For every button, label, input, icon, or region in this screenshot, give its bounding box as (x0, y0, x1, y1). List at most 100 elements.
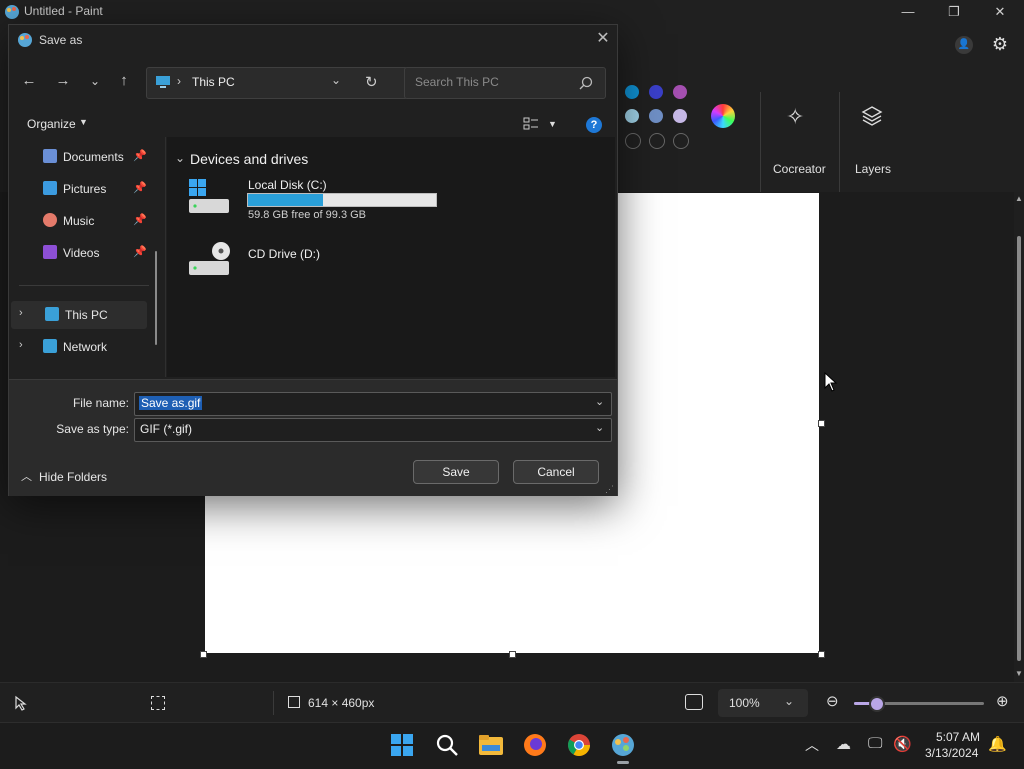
nav-item-label: This PC (65, 308, 108, 322)
resize-handle[interactable] (818, 651, 825, 658)
address-bar[interactable]: › This PC ⌄ ↻ (146, 67, 408, 99)
show-hidden-icons-chevron-up-icon[interactable]: ︿ (805, 735, 819, 755)
nav-item-music[interactable]: Music 📌 (9, 207, 149, 235)
account-icon[interactable]: 👤 (955, 36, 973, 54)
resize-handle[interactable] (818, 420, 825, 427)
zoom-out-icon[interactable]: ⊖ (826, 692, 839, 710)
search-box[interactable] (404, 67, 606, 99)
view-options-chevron-down-icon[interactable]: ▼ (548, 119, 557, 129)
back-arrow-icon[interactable]: ← (17, 69, 41, 93)
pin-icon: 📌 (133, 182, 147, 194)
empty-color-swatch[interactable] (673, 133, 689, 149)
file-name-label: File name: (72, 396, 129, 410)
layers-icon[interactable] (860, 104, 884, 128)
section-header[interactable]: Devices and drives (190, 151, 308, 167)
scroll-up-icon[interactable]: ▲ (1015, 194, 1023, 203)
drive-usage-fill (248, 194, 323, 206)
dialog-close-icon[interactable]: ✕ (591, 27, 615, 51)
change-view-icon[interactable] (523, 116, 539, 132)
save-as-type-select[interactable]: GIF (*.gif) ⌄ (134, 418, 612, 442)
zoom-dropdown[interactable]: 100% ⌄ (718, 689, 808, 717)
drive-item-local-disk[interactable]: Local Disk (C:) 59.8 GB free of 99.3 GB (187, 177, 617, 221)
drive-usage-bar (247, 193, 437, 207)
scrollbar-thumb[interactable] (1017, 236, 1021, 661)
zoom-value: 100% (729, 696, 760, 710)
save-button[interactable]: Save (413, 460, 499, 484)
pin-icon: 📌 (133, 214, 147, 226)
network-icon[interactable]: 🖵 (868, 735, 882, 752)
maximize-button[interactable]: ❐ (931, 0, 977, 24)
recent-locations-chevron-down-icon[interactable]: ⌄ (83, 69, 107, 93)
address-history-chevron-down-icon[interactable]: ⌄ (331, 73, 341, 87)
empty-color-swatch[interactable] (625, 133, 641, 149)
start-windows-icon[interactable] (390, 733, 414, 757)
resize-handle[interactable] (200, 651, 207, 658)
file-name-field[interactable]: Save as.gif ⌄ (134, 392, 612, 416)
nav-item-videos[interactable]: Videos 📌 (9, 239, 149, 267)
vertical-scrollbar[interactable]: ▲ ▼ (1014, 192, 1024, 682)
nav-scrollbar-thumb[interactable] (155, 251, 157, 345)
search-icon[interactable] (579, 76, 593, 90)
canvas-size-text: 614 × 460px (308, 696, 375, 710)
scroll-down-icon[interactable]: ▼ (1015, 669, 1023, 678)
clock-date[interactable]: 3/13/2024 (925, 746, 978, 760)
color-swatch[interactable] (673, 85, 687, 99)
refresh-icon[interactable]: ↻ (365, 73, 378, 91)
nav-item-documents[interactable]: Documents 📌 (9, 143, 149, 171)
help-icon[interactable]: ? (586, 117, 602, 133)
nav-item-network[interactable]: › Network (9, 333, 149, 361)
layers-label[interactable]: Layers (855, 162, 891, 176)
minimize-button[interactable]: — (885, 0, 931, 24)
save-as-type-chevron-down-icon[interactable]: ⌄ (595, 421, 604, 434)
expand-chevron-right-icon[interactable]: › (19, 339, 23, 351)
paint-taskbar-icon[interactable] (610, 732, 636, 758)
nav-item-this-pc[interactable]: › This PC (11, 301, 147, 329)
chrome-icon[interactable] (566, 732, 592, 758)
this-pc-monitor-icon (156, 76, 170, 88)
nav-item-pictures[interactable]: Pictures 📌 (9, 175, 149, 203)
color-swatch[interactable] (625, 109, 639, 123)
color-picker-wheel-icon[interactable] (711, 104, 735, 128)
notifications-bell-icon[interactable]: 🔔 (988, 735, 1007, 753)
organize-button[interactable]: Organize (27, 117, 76, 131)
dialog-title: Save as (39, 33, 83, 47)
forward-arrow-icon[interactable]: → (51, 69, 75, 93)
address-location[interactable]: This PC (192, 75, 235, 89)
file-name-chevron-down-icon[interactable]: ⌄ (595, 395, 604, 408)
pin-icon: 📌 (133, 246, 147, 258)
documents-icon (43, 149, 57, 163)
color-swatch[interactable] (649, 109, 663, 123)
search-icon[interactable] (435, 733, 459, 757)
color-swatch[interactable] (673, 109, 687, 123)
hide-folders-label: Hide Folders (39, 470, 108, 484)
cocreator-sparkle-icon[interactable]: ✧ (786, 104, 804, 130)
up-arrow-icon[interactable]: ↑ (112, 69, 136, 93)
hide-folders-button[interactable]: ︿ Hide Folders (19, 468, 129, 488)
cocreator-label[interactable]: Cocreator (773, 162, 826, 176)
zoom-in-icon[interactable]: ⊕ (996, 692, 1009, 710)
close-button[interactable]: ✕ (977, 0, 1023, 24)
firefox-icon[interactable] (522, 732, 548, 758)
search-input[interactable] (413, 74, 577, 90)
color-swatch[interactable] (649, 85, 663, 99)
window-title: Untitled - Paint (24, 4, 103, 18)
expand-chevron-right-icon[interactable]: › (19, 307, 23, 319)
clock-time[interactable]: 5:07 AM (936, 730, 980, 744)
settings-gear-icon[interactable]: ⚙ (988, 32, 1012, 56)
pointer-position-icon (15, 695, 27, 711)
group-collapse-chevron-down-icon[interactable]: ⌄ (175, 151, 185, 165)
paint-app-icon (5, 5, 19, 19)
local-disk-drive-icon (189, 179, 229, 213)
empty-color-swatch[interactable] (649, 133, 665, 149)
resize-handle[interactable] (509, 651, 516, 658)
file-explorer-icon[interactable] (478, 733, 504, 757)
volume-muted-icon[interactable]: 🔇 (893, 735, 912, 753)
drive-item-cd-drive[interactable]: CD Drive (D:) (187, 241, 387, 281)
cancel-button[interactable]: Cancel (513, 460, 599, 484)
file-name-input[interactable]: Save as.gif (139, 396, 203, 410)
zoom-slider-thumb[interactable] (869, 696, 885, 712)
resize-grip-icon[interactable]: ⋰ (605, 484, 614, 495)
color-swatch[interactable] (625, 85, 639, 99)
onedrive-cloud-icon[interactable]: ☁ (836, 735, 851, 753)
fit-to-window-icon[interactable] (685, 694, 703, 710)
